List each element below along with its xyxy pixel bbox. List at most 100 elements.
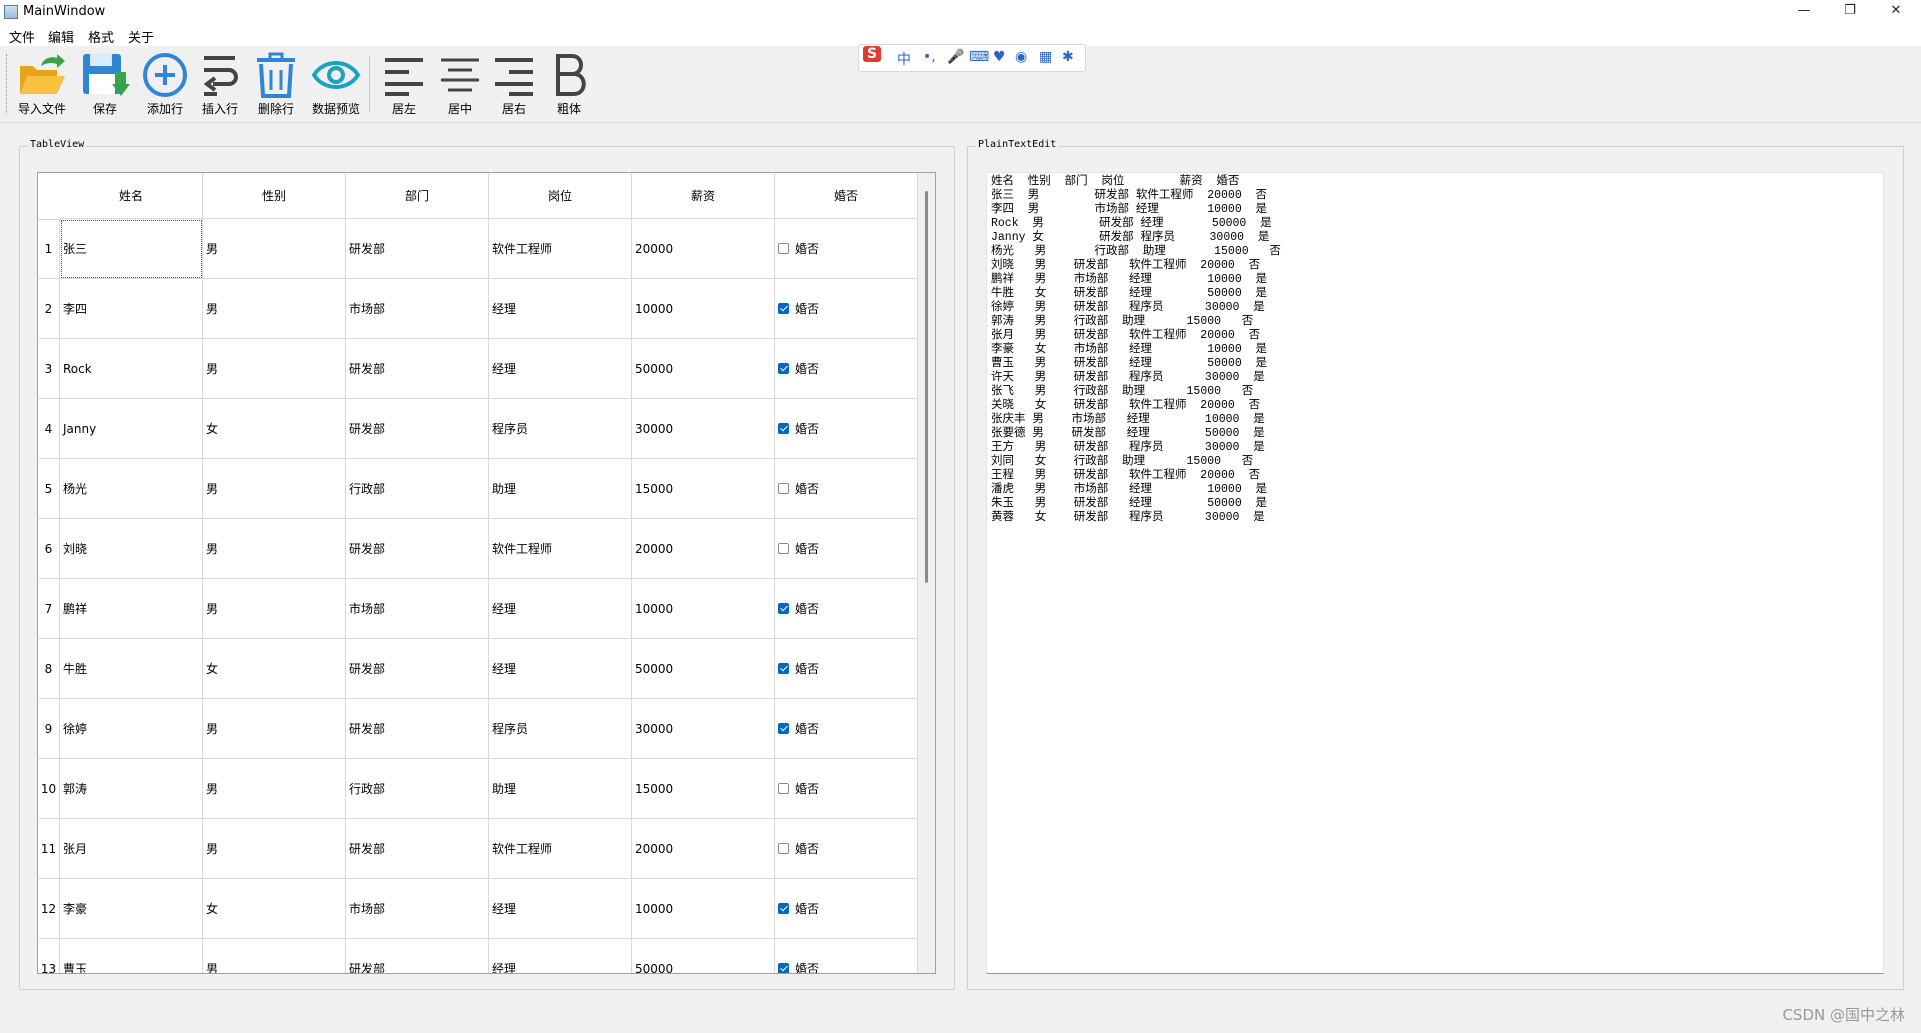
- cell-name[interactable]: 曹玉: [60, 939, 203, 973]
- ime-lang-toggle[interactable]: 中: [897, 49, 911, 69]
- cell-post[interactable]: 程序员: [489, 399, 632, 459]
- game-icon[interactable]: ◉: [1015, 49, 1027, 65]
- cell-name[interactable]: Rock: [60, 339, 203, 399]
- cell-salary[interactable]: 30000: [632, 699, 775, 759]
- column-header-post[interactable]: 岗位: [489, 173, 632, 219]
- skin-icon[interactable]: ♥: [993, 49, 1006, 65]
- delete-row-button[interactable]: 删除行: [250, 50, 302, 118]
- cell-post[interactable]: 经理: [489, 879, 632, 939]
- cell-dept[interactable]: 研发部: [346, 699, 489, 759]
- cell-name[interactable]: Janny: [60, 399, 203, 459]
- table-row[interactable]: 7 鹏祥男市场部 经理 10000 婚否: [38, 579, 918, 639]
- table-row[interactable]: 8 牛胜女研发部 经理 50000 婚否: [38, 639, 918, 699]
- cell-married[interactable]: 婚否: [775, 819, 918, 879]
- cell-name[interactable]: 张三: [60, 219, 203, 279]
- table-vertical-scrollbar[interactable]: [918, 173, 935, 973]
- cell-name[interactable]: 牛胜: [60, 639, 203, 699]
- save-button[interactable]: 保存: [79, 50, 131, 118]
- column-header-married[interactable]: 婚否: [775, 173, 918, 219]
- row-header[interactable]: 1: [38, 219, 60, 279]
- cell-name[interactable]: 郭涛: [60, 759, 203, 819]
- cell-married[interactable]: 婚否: [775, 339, 918, 399]
- cell-salary[interactable]: 15000: [632, 759, 775, 819]
- table-row[interactable]: 5 杨光男行政部 助理 15000 婚否: [38, 459, 918, 519]
- row-header[interactable]: 5: [38, 459, 60, 519]
- cell-name[interactable]: 鹏祥: [60, 579, 203, 639]
- menu-about[interactable]: 关于: [128, 27, 154, 46]
- bold-button[interactable]: 粗体: [543, 50, 595, 118]
- cell-married[interactable]: 婚否: [775, 879, 918, 939]
- checkbox-checked[interactable]: [778, 963, 789, 973]
- cell-salary[interactable]: 20000: [632, 519, 775, 579]
- cell-dept[interactable]: 研发部: [346, 939, 489, 973]
- table-row[interactable]: 10 郭涛男行政部 助理 15000 婚否: [38, 759, 918, 819]
- checkbox-checked[interactable]: [778, 603, 789, 614]
- table-row[interactable]: 3 Rock 男研发部 经理 50000 婚否: [38, 339, 918, 399]
- cell-married[interactable]: 婚否: [775, 519, 918, 579]
- cell-married[interactable]: 婚否: [775, 699, 918, 759]
- row-header[interactable]: 4: [38, 399, 60, 459]
- cell-sex[interactable]: 男: [203, 459, 346, 519]
- cell-salary[interactable]: 30000: [632, 399, 775, 459]
- cell-sex[interactable]: 男: [203, 819, 346, 879]
- cell-post[interactable]: 助理: [489, 759, 632, 819]
- cell-name[interactable]: 张月: [60, 819, 203, 879]
- align-right-button[interactable]: 居右: [488, 50, 540, 118]
- row-header[interactable]: 12: [38, 879, 60, 939]
- cell-married[interactable]: 婚否: [775, 759, 918, 819]
- cell-sex[interactable]: 男: [203, 579, 346, 639]
- cell-name[interactable]: 李豪: [60, 879, 203, 939]
- add-row-button[interactable]: 添加行: [139, 50, 191, 118]
- row-header[interactable]: 11: [38, 819, 60, 879]
- cell-married[interactable]: 婚否: [775, 639, 918, 699]
- cell-dept[interactable]: 研发部: [346, 519, 489, 579]
- table-corner-button[interactable]: [38, 173, 61, 220]
- cell-dept[interactable]: 行政部: [346, 759, 489, 819]
- cell-post[interactable]: 经理: [489, 639, 632, 699]
- cell-post[interactable]: 软件工程师: [489, 819, 632, 879]
- cell-salary[interactable]: 50000: [632, 639, 775, 699]
- row-header[interactable]: 13: [38, 939, 60, 973]
- row-header[interactable]: 10: [38, 759, 60, 819]
- cell-dept[interactable]: 研发部: [346, 339, 489, 399]
- cell-salary[interactable]: 20000: [632, 819, 775, 879]
- menu-file[interactable]: 文件: [9, 27, 35, 46]
- cell-dept[interactable]: 行政部: [346, 459, 489, 519]
- cell-dept[interactable]: 市场部: [346, 279, 489, 339]
- row-header[interactable]: 6: [38, 519, 60, 579]
- checkbox-checked[interactable]: [778, 723, 789, 734]
- cell-married[interactable]: 婚否: [775, 939, 918, 973]
- cell-post[interactable]: 软件工程师: [489, 519, 632, 579]
- toolbox-icon[interactable]: ▦: [1039, 49, 1052, 65]
- column-header-name[interactable]: 姓名: [60, 173, 203, 219]
- checkbox-unchecked[interactable]: [778, 483, 789, 494]
- cell-post[interactable]: 经理: [489, 279, 632, 339]
- cell-sex[interactable]: 男: [203, 339, 346, 399]
- cell-dept[interactable]: 研发部: [346, 399, 489, 459]
- cell-sex[interactable]: 女: [203, 879, 346, 939]
- import-file-button[interactable]: 导入文件: [16, 50, 68, 118]
- cell-name[interactable]: 李四: [60, 279, 203, 339]
- table-row[interactable]: 9 徐婷男研发部 程序员 30000 婚否: [38, 699, 918, 759]
- data-table[interactable]: 姓名 性别 部门 岗位 薪资 婚否 1 张三男研发部 软件工程师 20000 婚否 2 李四…: [37, 172, 936, 974]
- checkbox-unchecked[interactable]: [778, 243, 789, 254]
- cell-married[interactable]: 婚否: [775, 459, 918, 519]
- minimize-button[interactable]: —: [1781, 0, 1827, 24]
- checkbox-unchecked[interactable]: [778, 783, 789, 794]
- cell-married[interactable]: 婚否: [775, 399, 918, 459]
- column-header-dept[interactable]: 部门: [346, 173, 489, 219]
- checkbox-unchecked[interactable]: [778, 843, 789, 854]
- data-preview-button[interactable]: 数据预览: [310, 50, 362, 118]
- cell-dept[interactable]: 市场部: [346, 579, 489, 639]
- row-header[interactable]: 3: [38, 339, 60, 399]
- row-header[interactable]: 2: [38, 279, 60, 339]
- cell-name[interactable]: 刘晓: [60, 519, 203, 579]
- checkbox-checked[interactable]: [778, 663, 789, 674]
- cell-salary[interactable]: 10000: [632, 879, 775, 939]
- cell-post[interactable]: 软件工程师: [489, 219, 632, 279]
- cell-post[interactable]: 经理: [489, 579, 632, 639]
- settings-gear-icon[interactable]: ✱: [1062, 49, 1074, 65]
- checkbox-checked[interactable]: [778, 303, 789, 314]
- ime-toolbar[interactable]: S 中 •, 🎤 ⌨ ♥ ◉ ▦ ✱: [858, 44, 1086, 72]
- table-row[interactable]: 4 Janny 女研发部 程序员 30000 婚否: [38, 399, 918, 459]
